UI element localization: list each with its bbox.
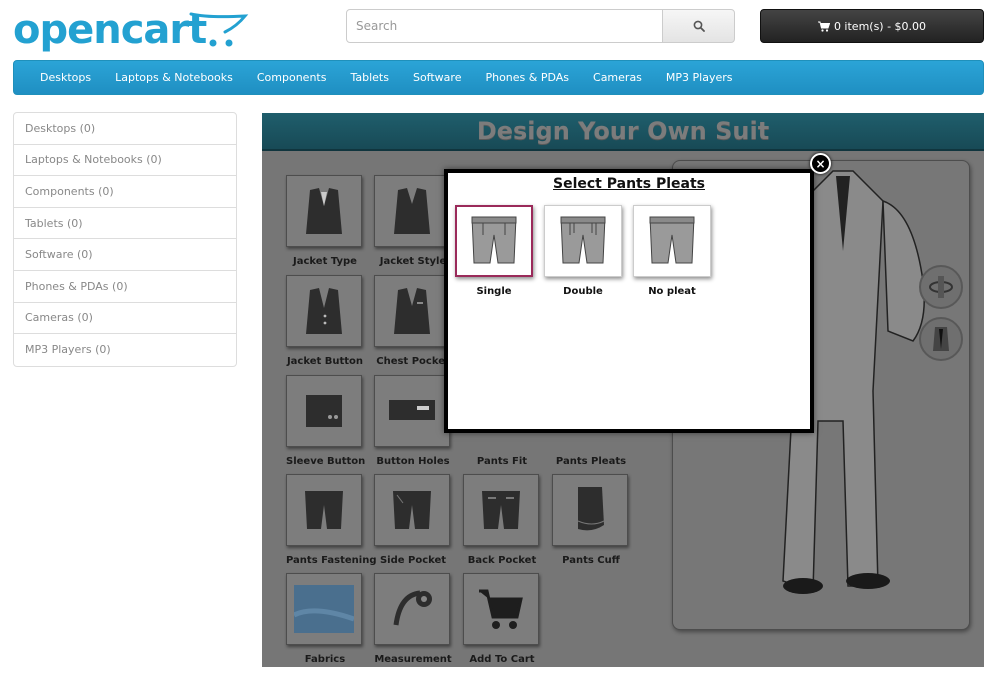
option-label: Jacket Style	[379, 256, 447, 267]
pleat-option-single[interactable]: Single	[455, 205, 533, 297]
close-modal-button[interactable]: ×	[810, 153, 831, 174]
menu-item-software[interactable]: Software	[401, 71, 474, 84]
option-chest-pocket[interactable]: Chest Pocket	[374, 275, 452, 367]
back-view-button[interactable]	[919, 317, 963, 361]
pants-double-pleat-icon	[544, 205, 622, 277]
sidebar-item-mp3[interactable]: MP3 Players (0)	[14, 334, 236, 366]
back-pocket-icon	[463, 474, 539, 546]
option-jacket-type[interactable]: Jacket Type	[286, 175, 364, 267]
option-label: Pants Fastening	[286, 555, 377, 566]
option-sleeve-button[interactable]: Sleeve Button	[286, 375, 366, 467]
option-add-to-cart[interactable]: Add To Cart	[463, 573, 541, 665]
jacket-type-icon	[286, 175, 362, 247]
fabric-swatch-icon	[286, 573, 362, 645]
side-pocket-icon	[374, 474, 450, 546]
option-button-holes[interactable]: Button Holes	[374, 375, 452, 467]
menu-item-desktops[interactable]: Desktops	[28, 71, 103, 84]
designer-title: Design Your Own Suit	[476, 117, 770, 145]
pants-pleats-modal: Select Pants Pleats Single Double No ple…	[444, 169, 814, 433]
search-bar	[346, 9, 735, 43]
cart-button[interactable]: 0 item(s) - $0.00	[760, 9, 984, 43]
pleat-label: Single	[476, 286, 512, 297]
option-label: Add To Cart	[469, 654, 535, 665]
logo-text: opencart	[13, 7, 207, 53]
sidebar-item-cameras[interactable]: Cameras (0)	[14, 303, 236, 335]
option-label: Fabrics	[304, 654, 346, 665]
rotate-view-button[interactable]	[919, 265, 963, 309]
option-label: Sleeve Button	[286, 456, 366, 467]
pants-cuff-icon	[552, 474, 628, 546]
option-label: Pants Cuff	[562, 555, 620, 566]
cart-logo-icon	[189, 12, 249, 47]
option-pants-fastening[interactable]: Pants Fastening	[286, 474, 377, 566]
cart-total: 0 item(s) - $0.00	[833, 19, 927, 33]
option-side-pocket[interactable]: Side Pocket	[374, 474, 452, 566]
pleat-label: No pleat	[648, 286, 696, 297]
sidebar-item-desktops[interactable]: Desktops (0)	[14, 113, 236, 145]
pleat-option-no-pleat[interactable]: No pleat	[633, 205, 711, 297]
sidebar-item-laptops[interactable]: Laptops & Notebooks (0)	[14, 145, 236, 177]
designer-banner: Design Your Own Suit	[262, 113, 984, 151]
menu-item-laptops[interactable]: Laptops & Notebooks	[103, 71, 245, 84]
option-pants-cuff[interactable]: Pants Cuff	[552, 474, 630, 566]
option-label: Side Pocket	[379, 555, 447, 566]
menu-item-cameras[interactable]: Cameras	[581, 71, 654, 84]
category-sidebar: Desktops (0) Laptops & Notebooks (0) Com…	[13, 112, 237, 367]
jacket-style-icon	[374, 175, 450, 247]
jacket-button-icon	[286, 275, 362, 347]
option-jacket-button[interactable]: Jacket Button	[286, 275, 364, 367]
pleat-label: Double	[563, 286, 603, 297]
option-fabrics[interactable]: Fabrics	[286, 573, 364, 665]
pleat-option-double[interactable]: Double	[544, 205, 622, 297]
option-label: Pants Pleats	[555, 456, 627, 467]
option-label: Button Holes	[376, 456, 450, 467]
sidebar-item-components[interactable]: Components (0)	[14, 176, 236, 208]
option-back-pocket[interactable]: Back Pocket	[463, 474, 541, 566]
button-holes-icon	[374, 375, 450, 447]
add-to-cart-icon	[463, 573, 539, 645]
pants-fastening-icon	[286, 474, 362, 546]
opencart-logo[interactable]: opencart	[13, 6, 249, 54]
menu-item-mp3[interactable]: MP3 Players	[654, 71, 745, 84]
option-measurement[interactable]: Measurement	[374, 573, 452, 665]
shopping-cart-icon	[817, 21, 830, 32]
rotate-icon	[929, 276, 953, 298]
menu-item-components[interactable]: Components	[245, 71, 339, 84]
sidebar-item-phones[interactable]: Phones & PDAs (0)	[14, 271, 236, 303]
option-label: Back Pocket	[467, 555, 537, 566]
option-jacket-style[interactable]: Jacket Style	[374, 175, 452, 267]
option-label: Pants Fit	[476, 456, 528, 467]
option-label: Jacket Button	[286, 356, 364, 367]
pants-single-pleat-icon	[455, 205, 533, 277]
back-view-icon	[933, 327, 949, 351]
chest-pocket-icon	[374, 275, 450, 347]
sleeve-button-icon	[286, 375, 362, 447]
top-menu: Desktops Laptops & Notebooks Components …	[13, 60, 984, 95]
pants-no-pleat-icon	[633, 205, 711, 277]
search-input[interactable]	[346, 9, 663, 43]
close-icon: ×	[815, 156, 826, 171]
option-label: Jacket Type	[293, 256, 357, 267]
option-label: Measurement	[374, 654, 452, 665]
menu-item-tablets[interactable]: Tablets	[338, 71, 401, 84]
sidebar-item-software[interactable]: Software (0)	[14, 239, 236, 271]
modal-title: Select Pants Pleats	[553, 176, 705, 192]
sidebar-item-tablets[interactable]: Tablets (0)	[14, 208, 236, 240]
search-button[interactable]	[662, 9, 735, 43]
search-icon	[693, 20, 705, 32]
menu-item-phones[interactable]: Phones & PDAs	[473, 71, 581, 84]
measuring-tape-icon	[374, 573, 450, 645]
option-label: Chest Pocket	[376, 356, 450, 367]
